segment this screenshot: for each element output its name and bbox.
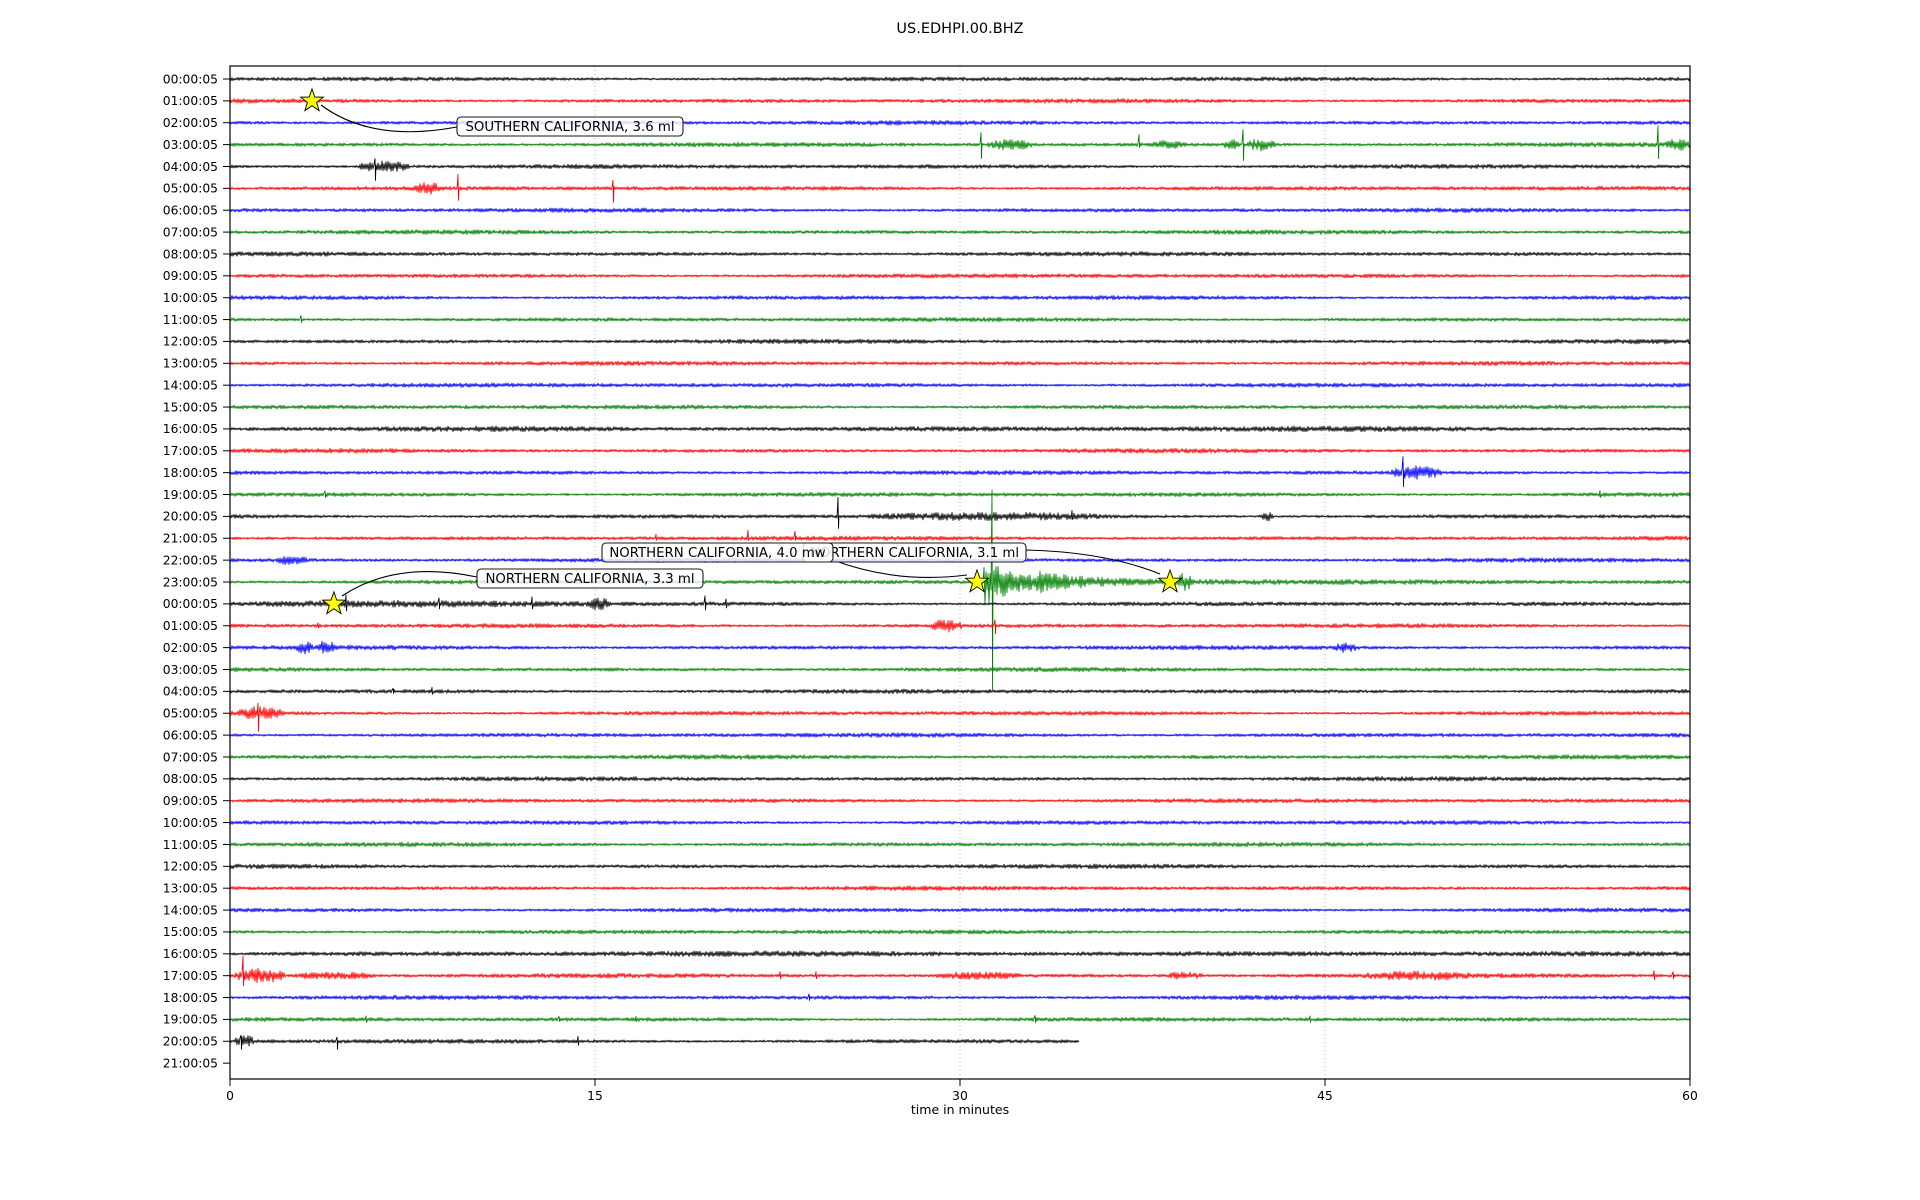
trace-row-4-04:00:05: [230, 159, 1690, 181]
trace-row-11-11:00:05: [230, 316, 1690, 323]
row-label: 03:00:05: [163, 138, 218, 152]
row-label: 19:00:05: [163, 488, 218, 502]
event-northern-california-3_1: NORTHERN CALIFORNIA, 3.1 ml: [803, 543, 1026, 562]
row-label: 02:00:05: [163, 641, 218, 655]
row-label: 08:00:05: [163, 772, 218, 786]
annotation-text: SOUTHERN CALIFORNIA, 3.6 ml: [465, 120, 674, 135]
row-label: 13:00:05: [163, 881, 218, 895]
trace-row-19-19:00:05: [230, 491, 1690, 498]
row-label: 17:00:05: [163, 444, 218, 458]
trace-row-24-00:00:05: [230, 595, 1690, 611]
grid-layer: [595, 66, 1325, 1079]
row-label: 14:00:05: [163, 903, 218, 917]
trace-row-17-17:00:05: [230, 448, 1690, 453]
row-label: 09:00:05: [163, 269, 218, 283]
seismogram-figure: US.EDHPI.00.BHZ 00:00:05 01:00:05 02:00:05…: [0, 0, 1920, 1200]
row-label: 12:00:05: [163, 335, 218, 349]
x-tick-label: 45: [1317, 1089, 1333, 1103]
row-label: 00:00:05: [163, 597, 218, 611]
row-label: 01:00:05: [163, 619, 218, 633]
event-star-icon: [323, 592, 346, 614]
row-label: 16:00:05: [163, 947, 218, 961]
annotation-connector: [1026, 550, 1160, 574]
row-label: 19:00:05: [163, 1013, 218, 1027]
row-label: 15:00:05: [163, 925, 218, 939]
trace-row-12-12:00:05: [230, 339, 1690, 344]
row-label: 01:00:05: [163, 94, 218, 108]
row-label: 21:00:05: [163, 1056, 218, 1070]
trace-row-21-21:00:05: [230, 530, 1690, 540]
row-label: 03:00:05: [163, 663, 218, 677]
row-label: 06:00:05: [163, 728, 218, 742]
axis-layer: 00:00:05 01:00:05 02:00:05 03:00:05 04:00:05…: [163, 66, 1698, 1103]
x-tick-label: 15: [587, 1089, 603, 1103]
annotation-text: NORTHERN CALIFORNIA, 3.1 ml: [810, 546, 1019, 561]
trace-row-26-02:00:05: [230, 641, 1690, 654]
row-label: 21:00:05: [163, 532, 218, 546]
row-label: 11:00:05: [163, 313, 218, 327]
row-label: 18:00:05: [163, 991, 218, 1005]
row-label: 05:00:05: [163, 707, 218, 721]
trace-row-13-13:00:05: [230, 361, 1690, 366]
x-tick-label: 0: [226, 1089, 234, 1103]
row-label: 16:00:05: [163, 422, 218, 436]
row-label: 12:00:05: [163, 860, 218, 874]
row-label: 10:00:05: [163, 816, 218, 830]
event-northern-california-4_0: NORTHERN CALIFORNIA, 4.0 mw: [602, 543, 833, 562]
row-label: 23:00:05: [163, 575, 218, 589]
row-label: 09:00:05: [163, 794, 218, 808]
row-label: 04:00:05: [163, 160, 218, 174]
event-northern-california-3_3: NORTHERN CALIFORNIA, 3.3 ml: [477, 569, 703, 588]
row-label: 18:00:05: [163, 466, 218, 480]
row-label: 22:00:05: [163, 553, 218, 567]
row-label: 00:00:05: [163, 72, 218, 86]
row-label: 07:00:05: [163, 750, 218, 764]
trace-row-8-08:00:05: [230, 252, 1690, 257]
row-label: 08:00:05: [163, 247, 218, 261]
annotation-text: NORTHERN CALIFORNIA, 4.0 mw: [609, 546, 825, 561]
row-label: 13:00:05: [163, 357, 218, 371]
trace-row-28-04:00:05: [230, 687, 1690, 694]
row-label: 04:00:05: [163, 685, 218, 699]
trace-row-15-15:00:05: [230, 405, 1690, 410]
x-tick-label: 60: [1682, 1089, 1698, 1103]
row-label: 11:00:05: [163, 838, 218, 852]
trace-row-44-20:00:05: [230, 1035, 1079, 1049]
helicorder-plot: US.EDHPI.00.BHZ 00:00:05 01:00:05 02:00:05…: [0, 0, 1920, 1200]
x-axis-label: time in minutes: [911, 1102, 1009, 1117]
row-label: 02:00:05: [163, 116, 218, 130]
row-label: 17:00:05: [163, 969, 218, 983]
event-southern-california-3_6: SOUTHERN CALIFORNIA, 3.6 ml: [457, 117, 683, 136]
row-label: 10:00:05: [163, 291, 218, 305]
trace-row-10-10:00:05: [230, 296, 1690, 300]
annotation-text: NORTHERN CALIFORNIA, 3.3 ml: [485, 572, 694, 587]
annotation-connector: [833, 560, 967, 577]
row-label: 05:00:05: [163, 182, 218, 196]
trace-row-36-12:00:05: [230, 864, 1690, 869]
annotation-connector: [321, 105, 457, 132]
x-tick-label: 30: [952, 1089, 968, 1103]
trace-row-27-03:00:05: [230, 667, 1690, 672]
trace-row-43-19:00:05: [230, 1015, 1690, 1022]
trace-row-38-14:00:05: [230, 908, 1690, 913]
row-label: 20:00:05: [163, 510, 218, 524]
trace-row-40-16:00:05: [230, 951, 1690, 957]
row-label: 15:00:05: [163, 400, 218, 414]
trace-row-39-15:00:05: [230, 930, 1690, 934]
row-label: 20:00:05: [163, 1035, 218, 1049]
plot-title: US.EDHPI.00.BHZ: [896, 21, 1023, 37]
row-label: 06:00:05: [163, 204, 218, 218]
row-label: 07:00:05: [163, 225, 218, 239]
event-star-icon: [1159, 570, 1182, 592]
event-star-icon: [301, 89, 324, 111]
trace-row-37-13:00:05: [230, 886, 1690, 891]
trace-row-30-06:00:05: [230, 733, 1690, 738]
trace-row-34-10:00:05: [230, 820, 1690, 824]
row-label: 14:00:05: [163, 378, 218, 392]
annotation-connector: [342, 572, 477, 596]
